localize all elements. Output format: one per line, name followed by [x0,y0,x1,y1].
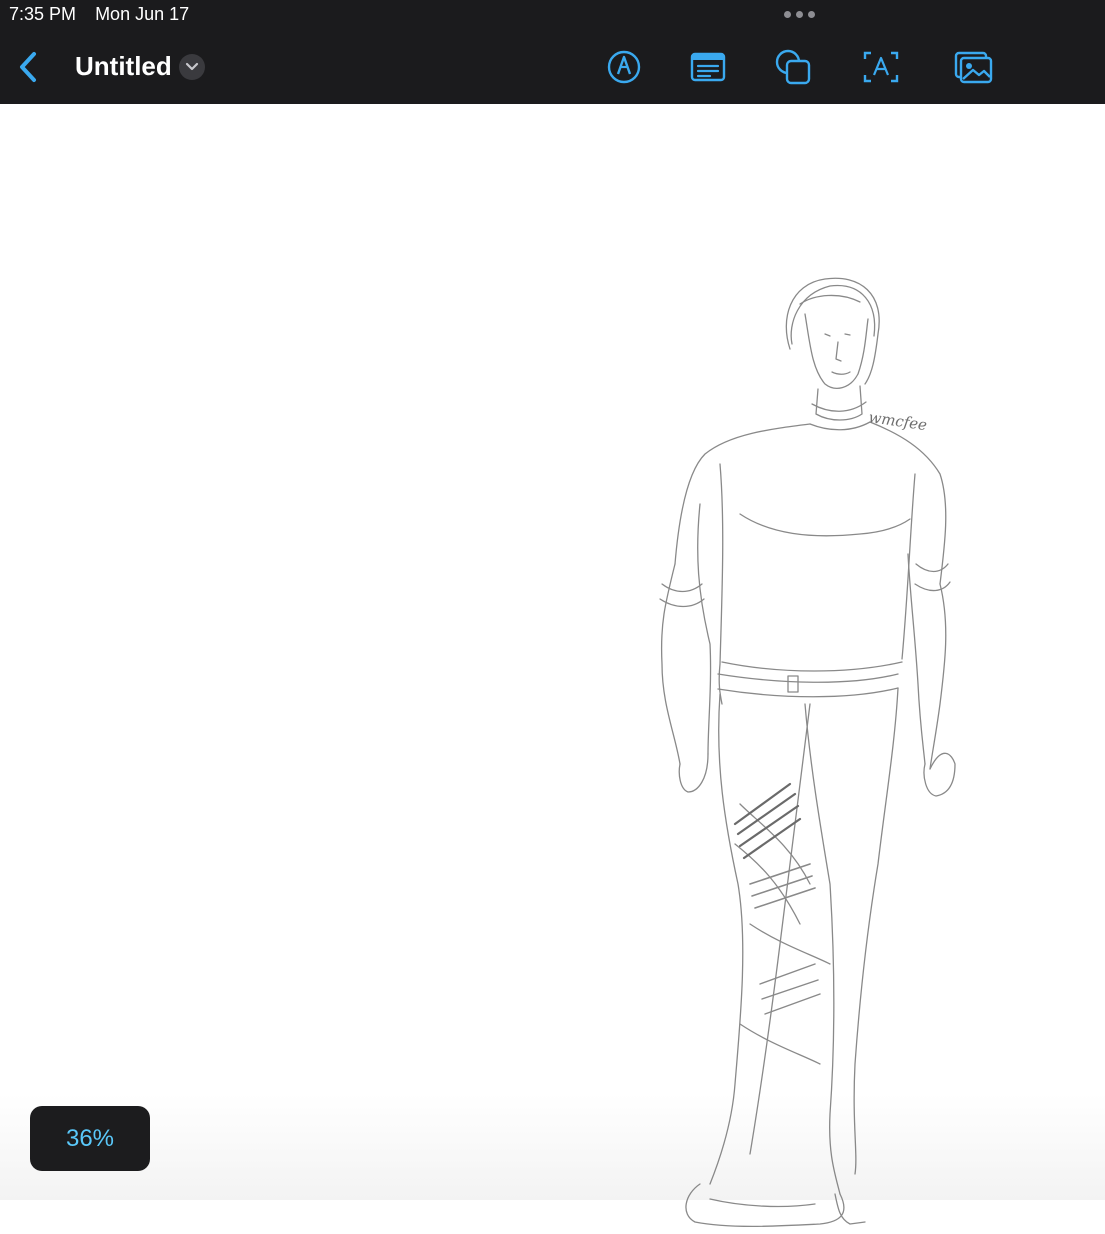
photo-icon[interactable] [953,47,993,87]
artist-signature: wmcfee [867,408,928,434]
title-menu-button[interactable] [179,54,205,80]
chevron-left-icon[interactable] [14,50,44,84]
shapes-icon[interactable] [773,47,813,87]
document-title[interactable]: Untitled [75,51,172,82]
drawing-canvas[interactable]: wmcfee [0,104,1105,1228]
chevron-down-icon [185,62,199,71]
pencil-tool-icon[interactable] [604,47,644,87]
status-bar: 7:35 PM Mon Jun 17 [9,4,203,25]
zoom-level-indicator[interactable]: 36% [30,1106,150,1171]
multitasking-dots-icon[interactable] [784,11,815,18]
status-date: Mon Jun 17 [95,4,190,24]
text-icon[interactable] [861,47,901,87]
top-bar: 7:35 PM Mon Jun 17 Untitled [0,0,1105,104]
text-box-icon[interactable] [688,47,728,87]
figure-sketch: wmcfee [659,277,956,1228]
status-time: 7:35 PM [9,4,77,24]
